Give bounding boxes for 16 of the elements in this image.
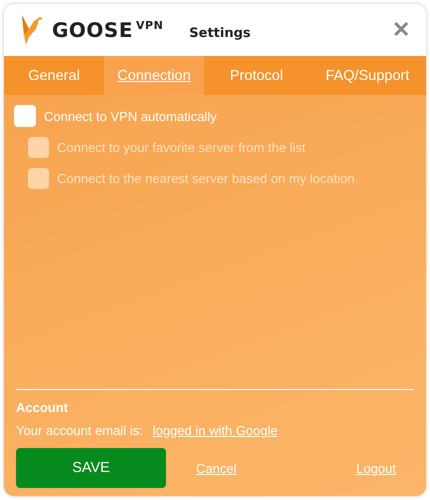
window-title: Settings (189, 26, 252, 40)
tab[interactable]: General (4, 56, 104, 95)
option-label: Connect to VPN automatically (44, 108, 217, 124)
option-label: Connect to your favorite server from the list (57, 140, 306, 155)
checkbox[interactable] (14, 105, 36, 127)
tab[interactable]: FAQ/Support (309, 56, 426, 95)
tab[interactable]: Protocol (204, 56, 309, 95)
brand-name: GOOSE$^{VPN}$ (52, 18, 164, 42)
email-label: Your account email is: (16, 423, 143, 438)
save-button[interactable]: SAVE (16, 448, 166, 488)
option-label: Connect to the nearest server based on my location (57, 171, 355, 186)
tab[interactable]: Connection (104, 56, 204, 95)
section-heading: Account (16, 400, 69, 415)
logout-link[interactable]: Logout (356, 460, 396, 476)
email-link[interactable]: logged in with Google (152, 423, 278, 438)
cancel-link[interactable]: Cancel (196, 460, 236, 476)
